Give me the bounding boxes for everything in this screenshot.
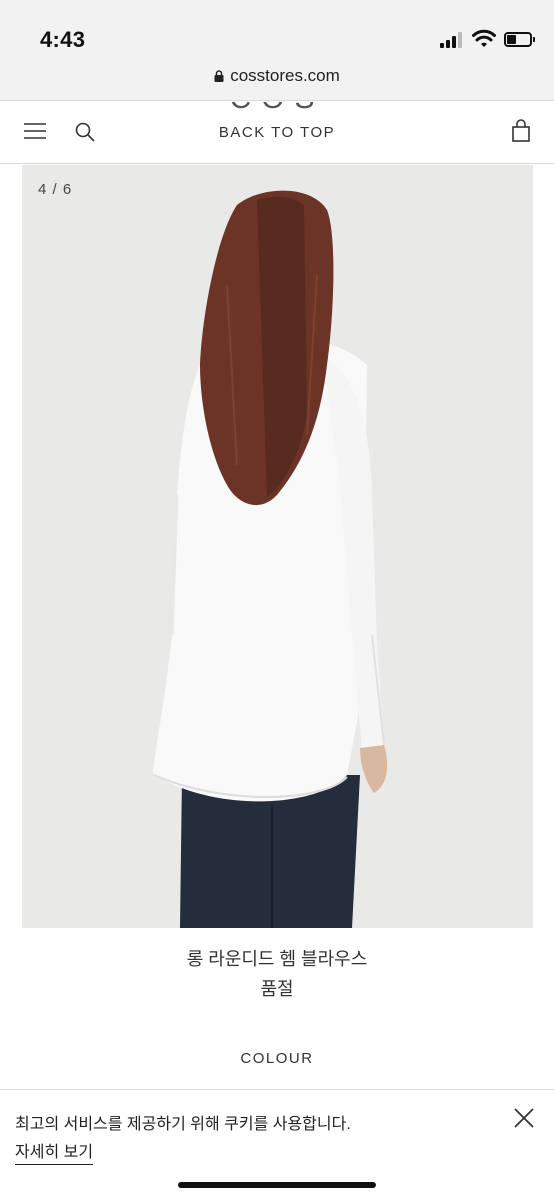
product-image[interactable]: 4 / 6 [22, 165, 533, 928]
stock-status: 품절 [260, 979, 294, 999]
address-bar[interactable]: cosstores.com [0, 66, 554, 86]
back-to-top-link[interactable]: BACK TO TOP [0, 124, 554, 141]
battery-icon [504, 32, 535, 47]
cookie-message: 최고의 서비스를 제공하기 위해 쿠키를 사용합니다. [15, 1116, 351, 1133]
browser-chrome: 4:43 cosstores.com [0, 0, 554, 101]
site-header: COS BACK TO TOP [0, 102, 554, 164]
lock-icon [214, 70, 224, 82]
logo[interactable]: COS [0, 102, 554, 116]
product-photo [153, 190, 388, 928]
url-text: cosstores.com [230, 66, 340, 85]
product-name: 롱 라운디드 헴 블라우스 [186, 949, 368, 969]
wifi-icon [472, 29, 496, 47]
gallery-counter: 4 / 6 [38, 181, 73, 198]
bag-icon[interactable] [510, 119, 532, 143]
status-time: 4:43 [40, 27, 86, 52]
cookie-details-link[interactable]: 자세히 보기 [15, 1138, 94, 1165]
colour-label: COLOUR [240, 1050, 314, 1067]
cookie-banner: 최고의 서비스를 제공하기 위해 쿠키를 사용합니다. 자세히 보기 [0, 1089, 554, 1200]
home-indicator [178, 1182, 376, 1188]
close-icon[interactable] [513, 1107, 535, 1129]
signal-icon [440, 32, 464, 48]
